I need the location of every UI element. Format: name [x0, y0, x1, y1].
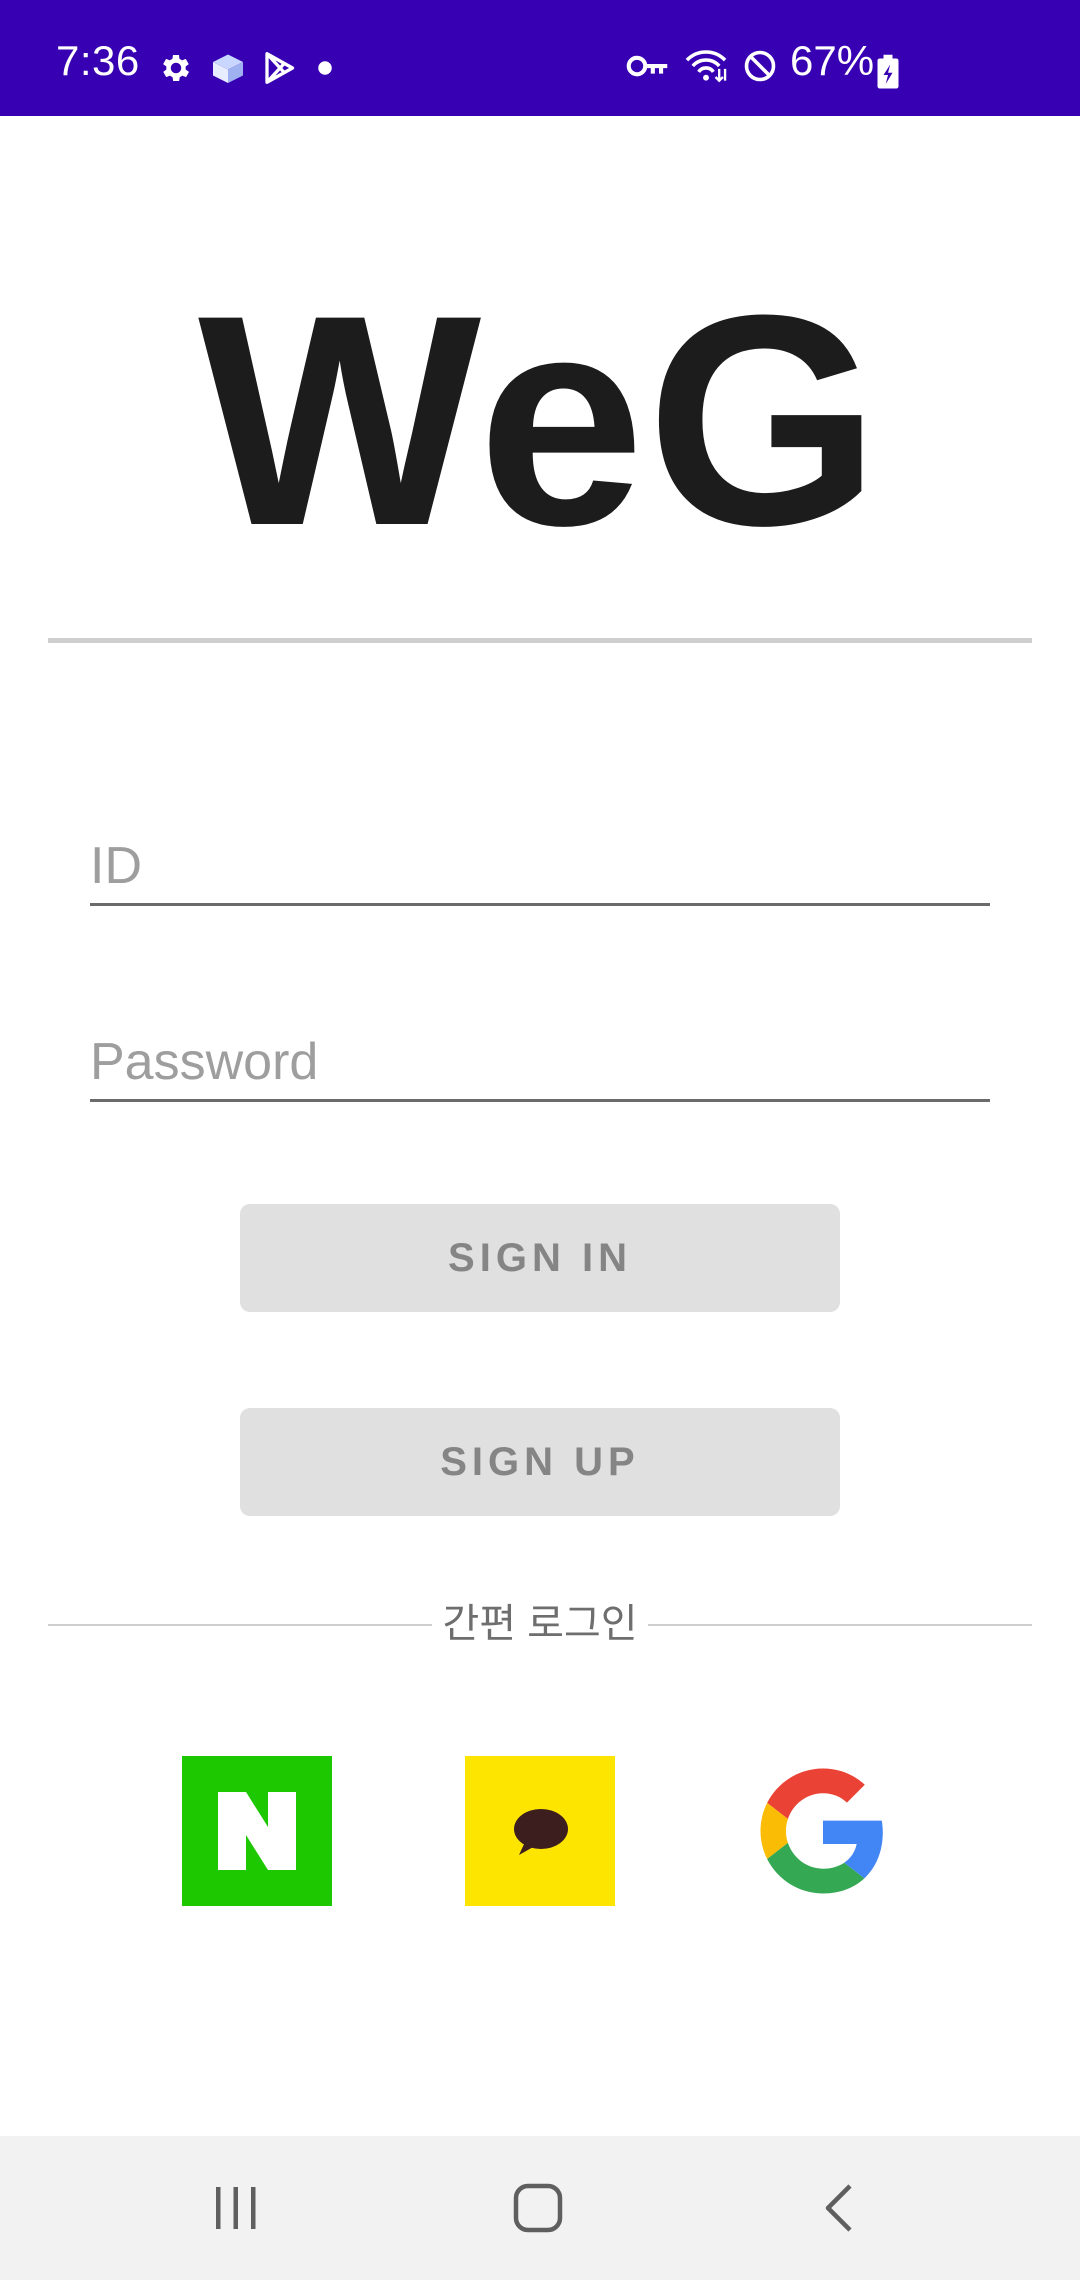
- id-field-container: [90, 816, 990, 906]
- status-bar: 7:36 67%: [0, 0, 1080, 116]
- sign-up-button[interactable]: SIGN UP: [240, 1408, 840, 1516]
- app-logo: WeG: [198, 252, 882, 588]
- status-time: 7:36: [56, 37, 140, 84]
- naver-icon: [218, 1792, 296, 1870]
- password-field-container: [90, 1012, 990, 1102]
- box-icon: [208, 50, 248, 91]
- id-input[interactable]: [90, 816, 990, 903]
- easy-login-divider-right: [648, 1624, 1032, 1626]
- back-button[interactable]: [760, 2136, 920, 2280]
- dot-icon: [310, 50, 340, 91]
- battery-percent: 67%: [790, 37, 875, 84]
- easy-login-label: 간편 로그인: [442, 1602, 638, 1646]
- navigation-bar: [0, 2136, 1080, 2280]
- naver-login-button[interactable]: [182, 1756, 332, 1906]
- wifi-icon: [684, 48, 728, 89]
- password-input[interactable]: [90, 1012, 990, 1099]
- kakao-icon: [514, 1809, 568, 1855]
- status-right-icons: [626, 48, 778, 89]
- do-not-disturb-icon: [742, 48, 778, 89]
- battery-charging-icon: [874, 54, 902, 95]
- kakao-login-button[interactable]: [465, 1756, 615, 1906]
- vpn-key-icon: [626, 52, 670, 85]
- gear-icon: [158, 50, 194, 91]
- back-icon: [825, 2184, 852, 2232]
- logo-divider: [48, 638, 1032, 643]
- sign-in-button[interactable]: SIGN IN: [240, 1204, 840, 1312]
- status-left-icons: [158, 50, 340, 91]
- recents-icon: [216, 2187, 256, 2229]
- recents-button[interactable]: [156, 2136, 316, 2280]
- home-icon: [513, 2183, 563, 2233]
- google-login-button[interactable]: [748, 1756, 898, 1906]
- google-icon: [760, 1768, 883, 1894]
- play-store-icon: [262, 50, 296, 91]
- home-button[interactable]: [458, 2136, 618, 2280]
- easy-login-divider-left: [48, 1624, 432, 1626]
